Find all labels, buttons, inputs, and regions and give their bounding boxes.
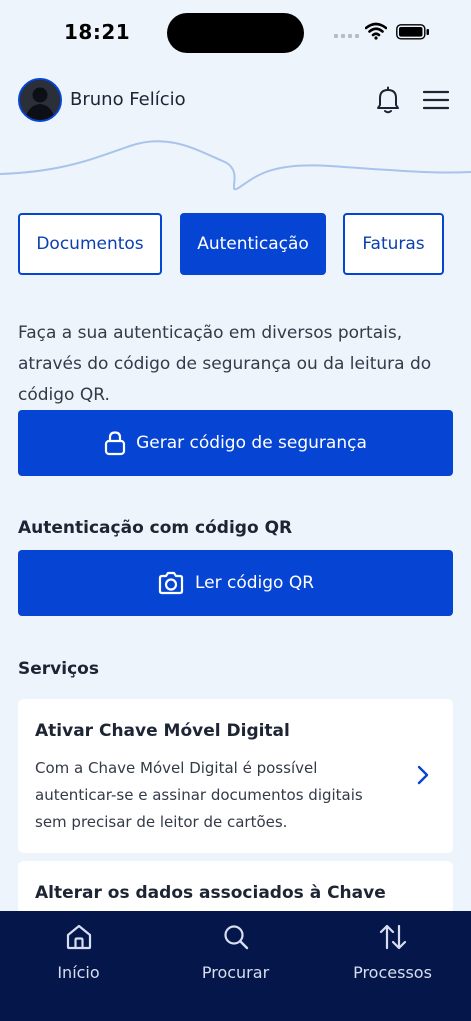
battery-icon	[396, 24, 429, 40]
intro-text: Faça a sua autenticação em diversos port…	[18, 323, 432, 405]
search-icon	[223, 925, 248, 950]
bottom-navigation: Início Procurar Processos	[0, 911, 471, 1021]
qr-section-title: Autenticação com código QR	[18, 518, 293, 538]
generate-code-button[interactable]: Gerar código de segurança	[18, 410, 453, 476]
tab-autenticacao[interactable]: Autenticação	[180, 213, 326, 275]
read-qr-button[interactable]: Ler código QR	[18, 550, 453, 616]
hamburger-menu-icon[interactable]	[423, 90, 449, 110]
dynamic-island	[167, 13, 304, 53]
nav-procurar-label: Procurar	[201, 963, 270, 982]
generate-code-label: Gerar código de segurança	[136, 433, 367, 453]
wifi-icon	[365, 22, 387, 40]
signal-icon	[334, 34, 359, 38]
home-icon	[66, 924, 91, 950]
service-card-title: Alterar os dados associados à Chave	[35, 883, 386, 903]
nav-procurar[interactable]: Procurar	[157, 911, 314, 1021]
services-title: Serviços	[18, 659, 99, 679]
status-bar: 18:21	[0, 0, 471, 60]
service-card-activate-cmd[interactable]: Ativar Chave Móvel Digital Com a Chave M…	[18, 699, 453, 853]
service-card-description: Com a Chave Móvel Digital é possível aut…	[35, 759, 363, 831]
nav-processos[interactable]: Processos	[314, 911, 471, 1021]
nav-inicio-label: Início	[57, 963, 100, 982]
arrows-updown-icon	[379, 924, 406, 950]
tab-documentos[interactable]: Documentos	[18, 213, 162, 275]
segment-tabs: Documentos Autenticação Faturas	[18, 213, 453, 279]
status-time: 18:21	[64, 20, 131, 44]
app-header: Bruno Felício	[18, 76, 453, 124]
nav-processos-label: Processos	[353, 963, 432, 982]
avatar[interactable]	[18, 78, 62, 122]
read-qr-label: Ler código QR	[194, 573, 315, 593]
lock-icon	[105, 431, 126, 456]
bell-icon[interactable]	[375, 86, 401, 114]
decorative-wave	[0, 140, 471, 191]
camera-icon	[158, 571, 184, 595]
chevron-right-icon	[417, 765, 429, 785]
service-card-title: Ativar Chave Móvel Digital	[35, 721, 290, 741]
user-silhouette-icon	[20, 80, 60, 120]
user-name[interactable]: Bruno Felício	[70, 89, 186, 110]
nav-inicio[interactable]: Início	[0, 911, 157, 1021]
tab-faturas[interactable]: Faturas	[343, 213, 444, 275]
